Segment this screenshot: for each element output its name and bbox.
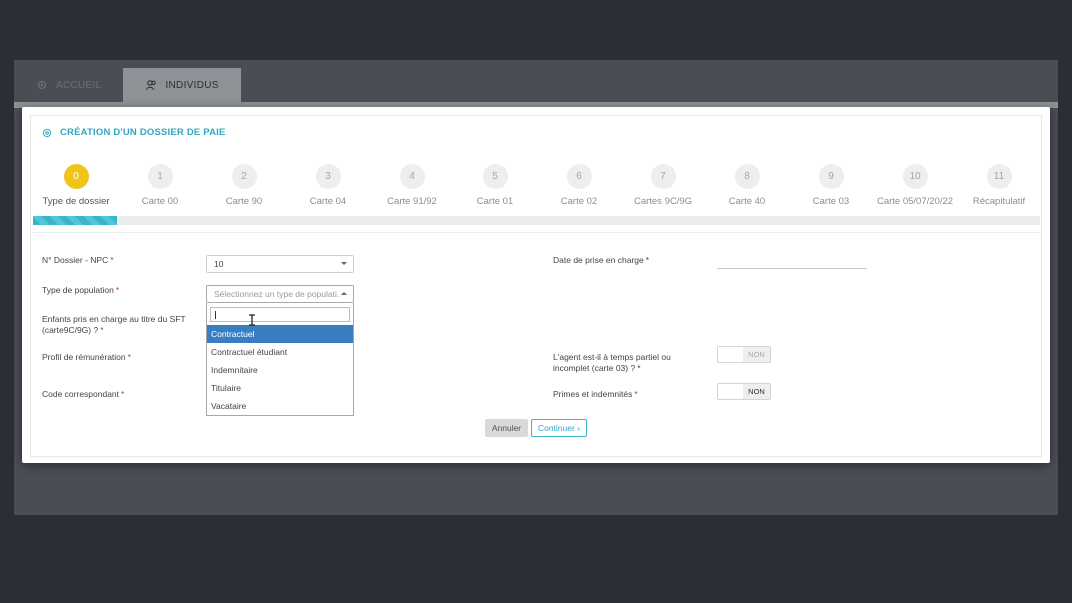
step-number: 8 xyxy=(734,164,760,189)
wizard-progress-fill xyxy=(33,216,117,225)
dossier-npc-value: 10 xyxy=(214,259,224,269)
form-panel: N° Dossier - NPC * 10 Type de population *… xyxy=(32,232,1041,452)
enfants-sft-label: Enfants pris en charge au titre du SFT (… xyxy=(42,314,186,335)
option-contractuel[interactable]: Contractuel xyxy=(207,325,353,343)
option-vacataire[interactable]: Vacataire xyxy=(207,397,353,415)
tab-individus-label: INDIVIDUS xyxy=(165,79,219,91)
modal-body: CRÉATION D'UN DOSSIER DE PAIE 0 Type de … xyxy=(30,115,1042,457)
chevron-down-icon xyxy=(341,262,347,265)
step-number: 2 xyxy=(231,164,257,189)
create-payroll-modal: CRÉATION D'UN DOSSIER DE PAIE 0 Type de … xyxy=(22,107,1050,463)
profil-remuneration-label: Profil de rémunération * xyxy=(42,352,131,362)
cancel-button[interactable]: Annuler xyxy=(485,419,528,437)
toggle-knob xyxy=(718,347,744,362)
step-recapitulatif[interactable]: 11 Récapitulatif xyxy=(949,164,1049,207)
text-caret xyxy=(215,311,216,319)
continue-button[interactable]: Continuer › xyxy=(531,419,587,437)
step-number: 0 xyxy=(63,164,89,189)
main-tabs: ACCUEIL INDIVIDUS xyxy=(14,68,241,102)
toggle-value: NON xyxy=(743,347,770,362)
tab-accueil-label: ACCUEIL xyxy=(56,79,102,91)
wizard-stepper: 0 Type de dossier 1 Carte 00 2 Carte 90 … xyxy=(33,164,1041,210)
step-number: 10 xyxy=(902,164,928,189)
step-number: 9 xyxy=(818,164,844,189)
tab-accueil[interactable]: ACCUEIL xyxy=(14,68,123,102)
wizard-progress-bar xyxy=(33,216,1040,225)
toggle-value: NON xyxy=(743,384,770,399)
step-number: 7 xyxy=(650,164,676,189)
toggle-knob xyxy=(718,384,744,399)
option-indemnitaire[interactable]: Indemnitaire xyxy=(207,361,353,379)
dossier-npc-select[interactable]: 10 xyxy=(206,255,354,273)
gear-icon xyxy=(42,128,52,137)
step-number: 11 xyxy=(986,164,1012,189)
step-number: 6 xyxy=(566,164,592,189)
modal-title: CRÉATION D'UN DOSSIER DE PAIE xyxy=(60,127,226,138)
step-number: 4 xyxy=(399,164,425,189)
ibeam-cursor-icon xyxy=(249,314,255,326)
type-population-label: Type de population * xyxy=(42,285,120,295)
option-titulaire[interactable]: Titulaire xyxy=(207,379,353,397)
users-icon xyxy=(146,80,157,91)
step-number: 5 xyxy=(482,164,508,189)
date-prise-en-charge-input[interactable] xyxy=(717,268,867,269)
step-number: 1 xyxy=(147,164,173,189)
dropdown-search-input[interactable] xyxy=(210,307,350,322)
chevron-up-icon xyxy=(341,292,347,295)
step-number: 3 xyxy=(315,164,341,189)
temps-partiel-toggle[interactable]: NON xyxy=(717,346,771,363)
step-label: Récapitulatif xyxy=(972,196,1026,207)
date-prise-en-charge-label: Date de prise en charge * xyxy=(553,255,650,265)
type-population-dropdown: Contractuel Contractuel étudiant Indemni… xyxy=(206,303,354,416)
code-correspondant-label: Code correspondant * xyxy=(42,389,125,399)
type-population-select[interactable]: Sélectionnez un type de populati... xyxy=(206,285,354,303)
modal-header: CRÉATION D'UN DOSSIER DE PAIE xyxy=(42,127,226,138)
dossier-npc-label: N° Dossier - NPC * xyxy=(42,255,114,265)
primes-indemnites-toggle[interactable]: NON xyxy=(717,383,771,400)
option-contractuel-etudiant[interactable]: Contractuel étudiant xyxy=(207,343,353,361)
type-population-placeholder: Sélectionnez un type de populati... xyxy=(214,289,340,299)
temps-partiel-label: L'agent est-il à temps partiel ou incomp… xyxy=(553,352,671,373)
settings-icon xyxy=(37,80,47,90)
tab-individus[interactable]: INDIVIDUS xyxy=(123,68,241,102)
primes-indemnites-label: Primes et indemnités * xyxy=(553,389,638,399)
